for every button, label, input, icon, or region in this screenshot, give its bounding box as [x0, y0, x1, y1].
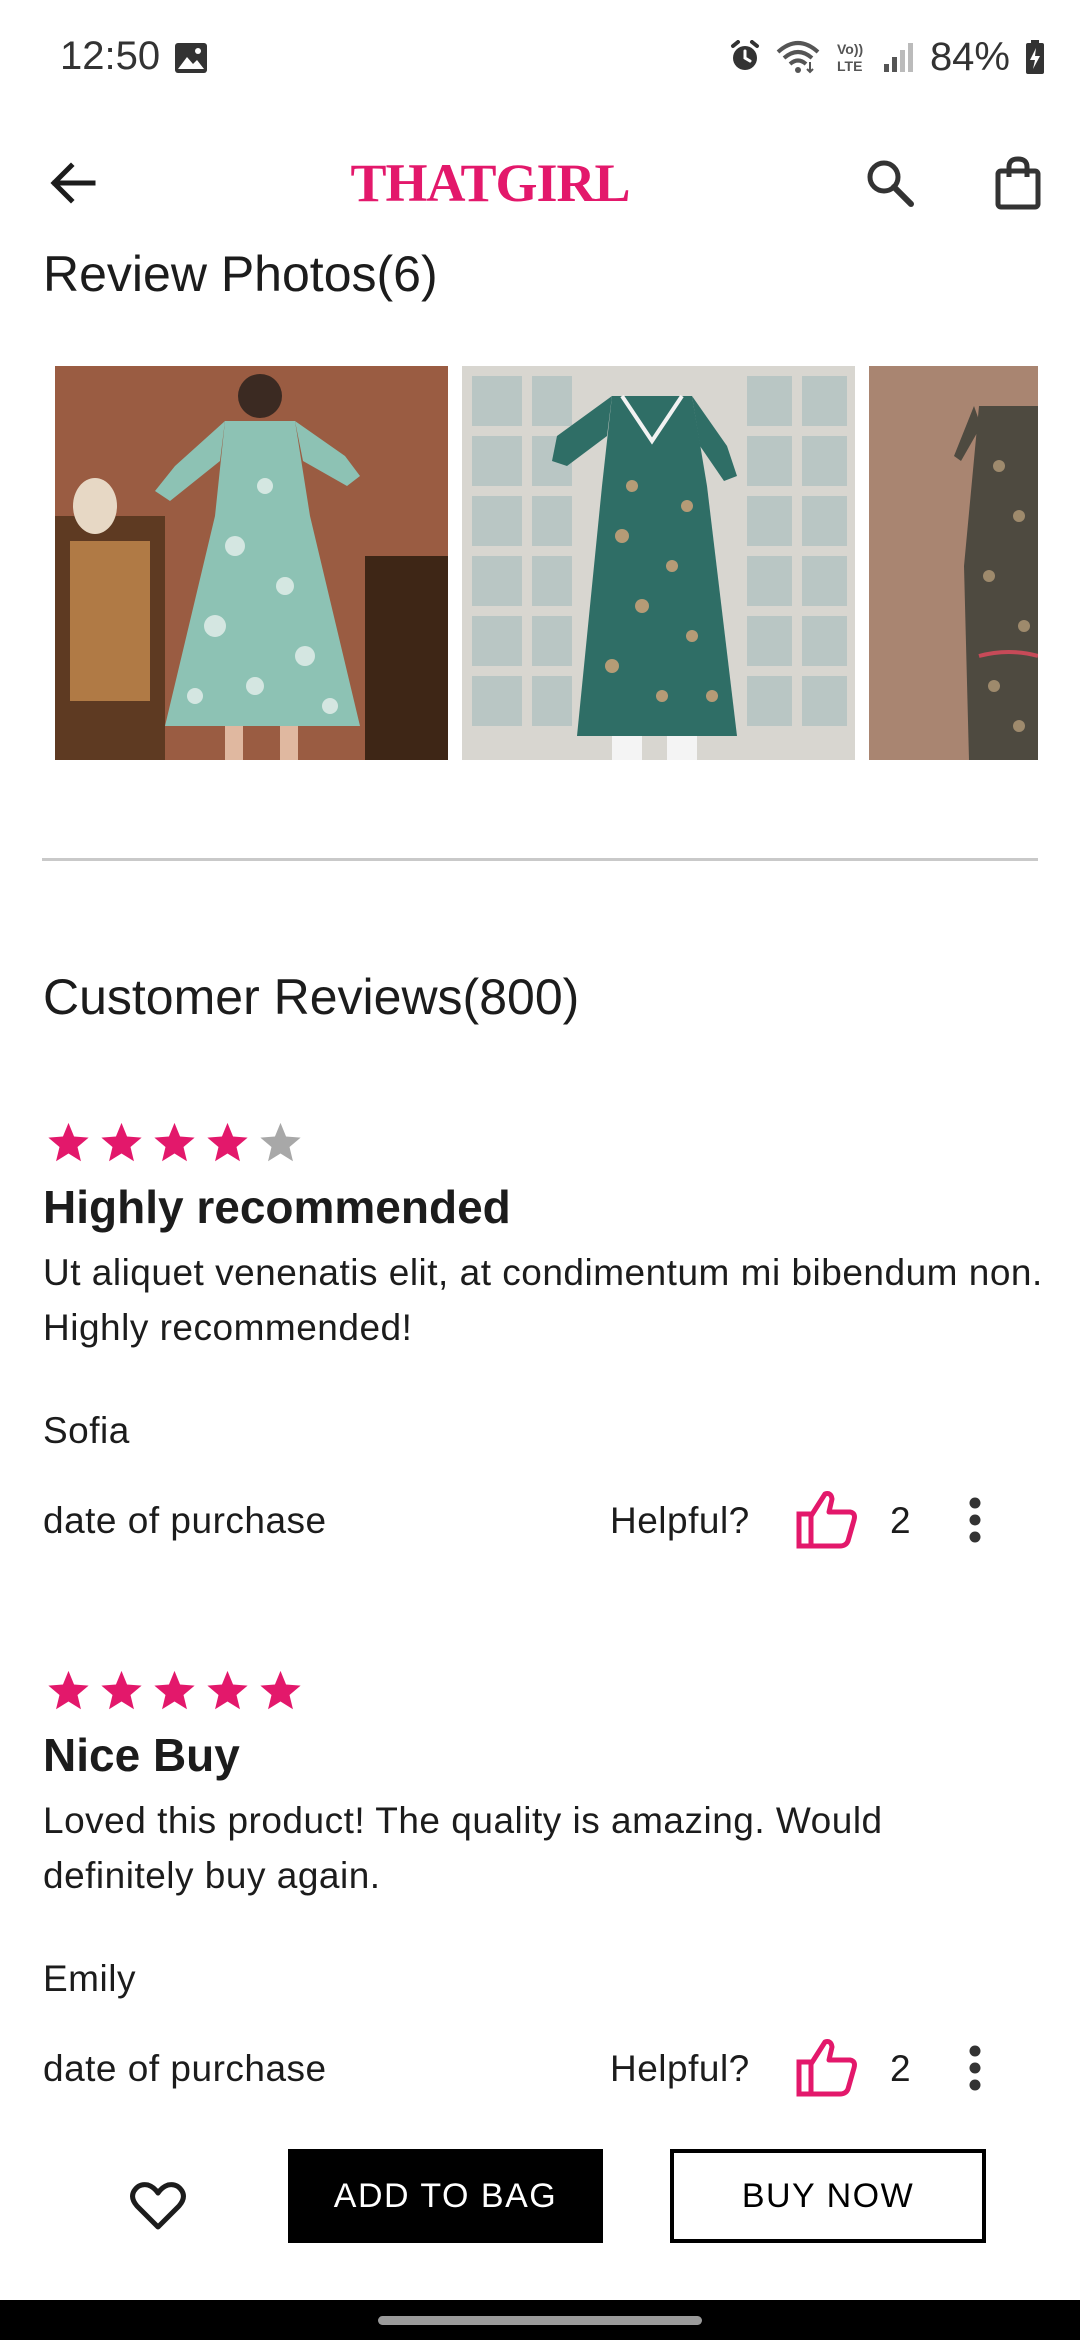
bottom-action-bar: ADD TO BAG BUY NOW	[0, 2130, 1080, 2300]
star-filled-icon	[154, 1670, 195, 1710]
customer-reviews-title: Customer Reviews(800)	[43, 969, 580, 1025]
buy-now-button[interactable]: BUY NOW	[670, 2149, 986, 2243]
helpful-label: Helpful?	[610, 2048, 750, 2089]
more-vertical-icon	[969, 1497, 981, 1543]
arrow-left-icon	[50, 162, 96, 204]
svg-text:LTE: LTE	[837, 58, 862, 74]
date-of-purchase: date of purchase	[43, 2048, 327, 2089]
volte-icon: Vo)) LTE	[837, 41, 863, 74]
more-vertical-icon	[969, 2045, 981, 2091]
star-filled-icon	[260, 1670, 301, 1710]
home-indicator[interactable]	[378, 2316, 702, 2325]
review-photo-3[interactable]	[869, 366, 1038, 760]
star-filled-icon	[207, 1122, 248, 1162]
star-filled-icon	[207, 1670, 248, 1710]
more-options-button[interactable]	[960, 2038, 990, 2098]
battery-percentage: 84%	[929, 34, 1010, 79]
svg-text:Vo)): Vo))	[837, 41, 863, 57]
status-time: 12:50	[60, 34, 161, 78]
helpful-label: Helpful?	[610, 1500, 750, 1541]
star-rating	[44, 1120, 305, 1166]
review-body: Ut aliquet venenatis elit, at condimentu…	[43, 1252, 1043, 1348]
date-of-purchase: date of purchase	[43, 1500, 327, 1541]
star-filled-icon	[101, 1670, 142, 1710]
review-photo-2[interactable]	[462, 366, 855, 760]
star-filled-icon	[48, 1122, 89, 1162]
add-to-bag-button[interactable]: ADD TO BAG	[288, 2149, 603, 2243]
section-divider	[42, 858, 1038, 861]
search-button[interactable]	[860, 138, 920, 228]
back-button[interactable]	[40, 138, 106, 228]
status-bar: 12:50 Vo)) LTE 84%	[0, 0, 1080, 118]
brand-logo[interactable]: THATGIRL	[340, 138, 640, 228]
wishlist-button[interactable]	[122, 2170, 194, 2242]
system-navigation-bar	[0, 2300, 1080, 2340]
shopping-bag-icon	[995, 156, 1041, 210]
thumbs-up-icon[interactable]	[795, 1488, 859, 1550]
review-photo-1[interactable]	[55, 366, 448, 760]
status-icons: Vo)) LTE 84%	[728, 32, 1046, 82]
review-author: Emily	[43, 1958, 136, 1999]
signal-icon	[883, 43, 913, 72]
star-filled-icon	[101, 1122, 142, 1162]
review-title: Nice Buy	[43, 1729, 240, 1781]
wifi-icon	[776, 41, 820, 74]
heart-icon	[130, 2182, 186, 2230]
search-icon	[867, 160, 914, 207]
helpful-count: 2	[890, 1500, 911, 1541]
star-rating	[44, 1668, 305, 1714]
more-options-button[interactable]	[960, 1490, 990, 1550]
image-icon	[175, 43, 207, 73]
shopping-bag-button[interactable]	[990, 138, 1046, 228]
review-photo-strip[interactable]	[55, 366, 1038, 761]
review-title: Highly recommended	[43, 1181, 511, 1233]
review-photos-title: Review Photos(6)	[43, 246, 438, 302]
review-author: Sofia	[43, 1410, 130, 1451]
alarm-icon	[730, 40, 759, 70]
battery-charging-icon	[1026, 40, 1044, 74]
star-filled-icon	[48, 1670, 89, 1710]
star-filled-icon	[154, 1122, 195, 1162]
helpful-count: 2	[890, 2048, 911, 2089]
thumbs-up-icon[interactable]	[795, 2036, 859, 2098]
star-empty-icon	[260, 1122, 301, 1162]
review-body: Loved this product! The quality is amazi…	[43, 1800, 883, 1896]
